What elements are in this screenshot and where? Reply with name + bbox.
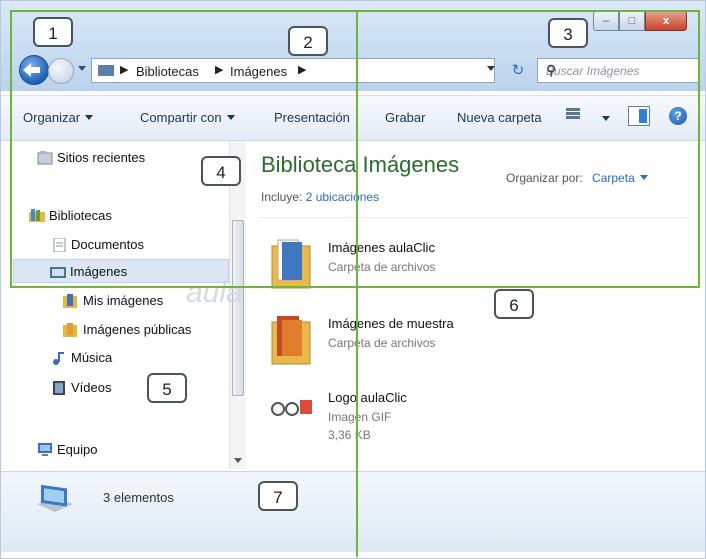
help-icon[interactable]: ? xyxy=(669,107,687,125)
details-pane: 3 elementos xyxy=(1,471,705,552)
folder-icon xyxy=(271,316,311,365)
images-library-icon xyxy=(50,267,66,278)
recent-places-icon xyxy=(37,151,53,165)
divider xyxy=(258,217,688,218)
refresh-icon[interactable]: ↻ xyxy=(506,59,530,82)
arrange-by: Organizar por: Carpeta xyxy=(506,171,648,185)
item-count: 3 elementos xyxy=(103,490,174,505)
locations-link[interactable]: 2 ubicaciones xyxy=(306,190,379,204)
close-button[interactable]: x xyxy=(645,11,687,31)
file-item[interactable]: Imágenes de muestra Carpeta de archivos xyxy=(268,312,528,372)
library-includes: Incluye: 2 ubicaciones xyxy=(261,190,380,204)
breadcrumb-arrow-icon[interactable]: ▶ xyxy=(120,63,128,76)
file-list-pane: Biblioteca Imágenes Incluye: 2 ubicacion… xyxy=(248,140,705,470)
change-view-icon[interactable] xyxy=(566,107,580,123)
computer-icon xyxy=(38,443,52,456)
chevron-down-icon xyxy=(226,115,235,120)
libraries-icon xyxy=(29,209,45,222)
forward-button[interactable] xyxy=(48,58,74,84)
command-bar: Organizar Compartir con Presentación Gra… xyxy=(1,95,705,141)
title-bar: – □ x ▶ Bibliotecas ▶ Imágenes ▶ ↻ Busca… xyxy=(1,1,705,91)
search-icon[interactable]: ⚲ xyxy=(546,62,693,79)
slideshow-button[interactable]: Presentación xyxy=(274,110,350,125)
breadcrumb-imagenes[interactable]: Imágenes xyxy=(230,64,287,79)
scroll-down-icon[interactable] xyxy=(234,458,242,463)
documents-icon xyxy=(53,238,66,252)
image-file-icon xyxy=(271,400,312,416)
window-controls: – □ x xyxy=(593,11,687,31)
folder-icon xyxy=(63,294,77,308)
view-options-chevron-icon[interactable] xyxy=(602,116,610,121)
arrange-by-dropdown[interactable]: Carpeta xyxy=(592,171,648,185)
recent-pages-dropdown[interactable] xyxy=(78,66,86,71)
search-input[interactable]: Buscar Imágenes ⚲ xyxy=(537,58,699,83)
back-button[interactable] xyxy=(19,55,49,85)
organize-button[interactable]: Organizar xyxy=(23,110,94,125)
videos-icon xyxy=(53,381,65,395)
file-item[interactable]: Logo aulaClic Imagen GIF 3,36 KB xyxy=(268,386,528,456)
burn-button[interactable]: Grabar xyxy=(385,110,425,125)
library-icon xyxy=(98,65,114,76)
chevron-down-icon xyxy=(639,175,648,180)
breadcrumb-arrow-icon[interactable]: ▶ xyxy=(298,63,306,76)
breadcrumb-arrow-icon[interactable]: ▶ xyxy=(215,63,223,76)
watermark-logo: aula xyxy=(186,276,243,309)
share-button[interactable]: Compartir con xyxy=(140,110,235,125)
minimize-button[interactable]: – xyxy=(593,11,619,31)
breadcrumb-bibliotecas[interactable]: Bibliotecas xyxy=(136,64,199,79)
address-bar[interactable]: ▶ Bibliotecas ▶ Imágenes ▶ xyxy=(91,58,495,83)
address-dropdown-icon[interactable] xyxy=(487,66,495,71)
folder-icon xyxy=(63,323,77,337)
folder-icon xyxy=(271,239,311,289)
maximize-button[interactable]: □ xyxy=(619,11,645,31)
computer-icon xyxy=(37,484,73,512)
preview-pane-icon[interactable] xyxy=(628,106,650,126)
music-icon xyxy=(53,352,64,365)
chevron-down-icon xyxy=(85,115,94,120)
explorer-window: – □ x ▶ Bibliotecas ▶ Imágenes ▶ ↻ Busca… xyxy=(0,0,706,559)
new-folder-button[interactable]: Nueva carpeta xyxy=(457,110,542,125)
file-item[interactable]: Imágenes aulaClic Carpeta de archivos xyxy=(268,236,528,296)
library-title: Biblioteca Imágenes xyxy=(261,152,460,177)
